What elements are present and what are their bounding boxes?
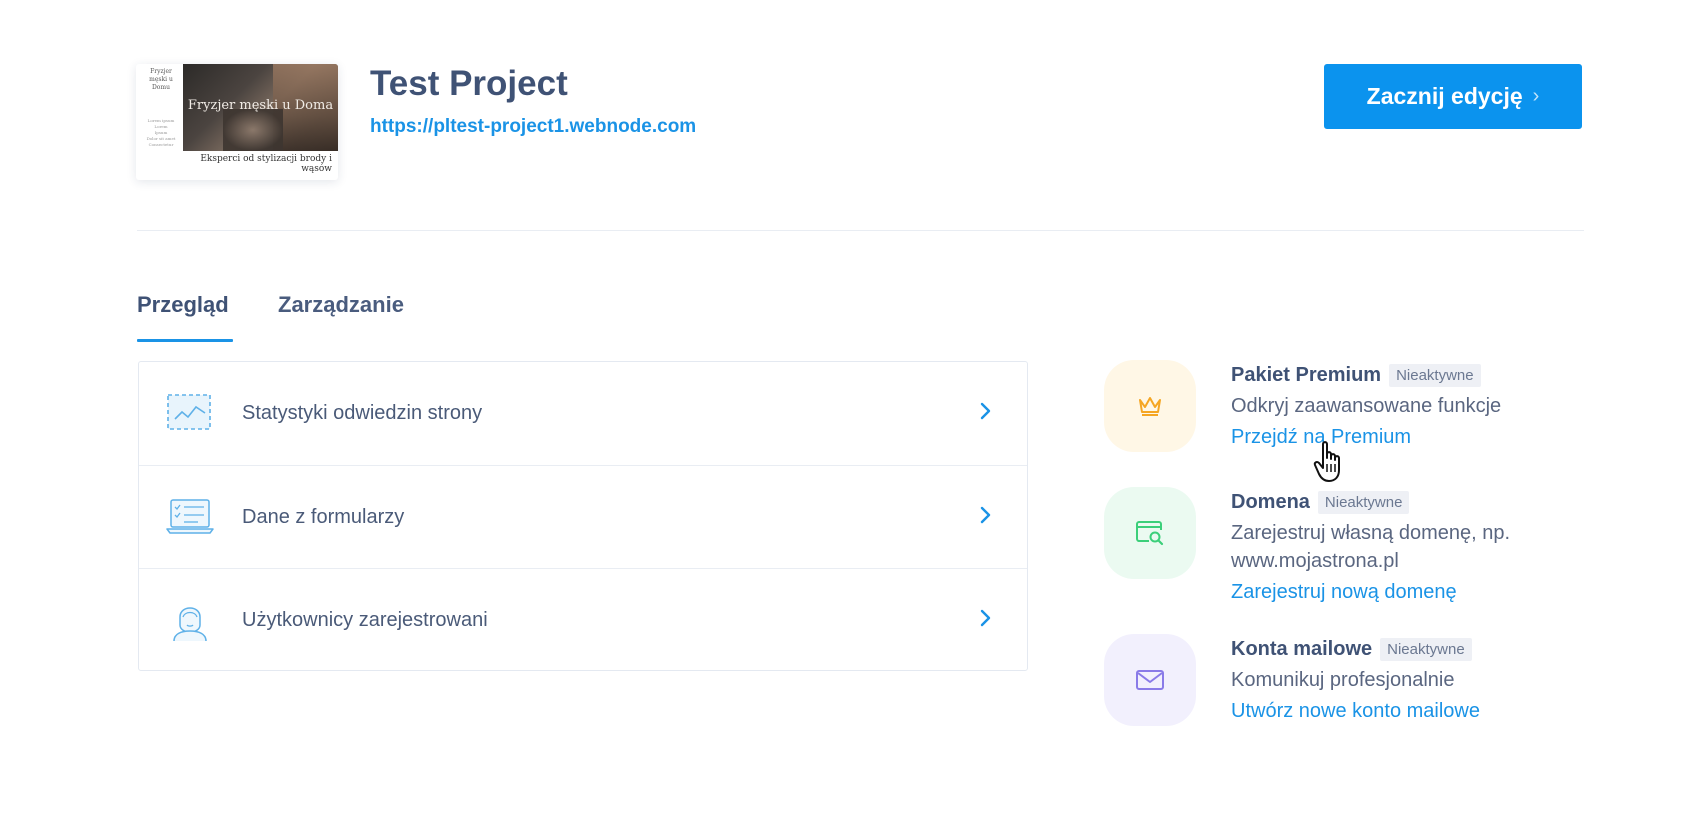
project-thumbnail[interactable]: Fryzjer męski u Domu Lorem ipsum Lorem I… xyxy=(136,64,338,180)
feature-description-line: www.mojastrona.pl xyxy=(1231,550,1399,572)
thumbnail-photo-title: Fryzjer męski u Doma xyxy=(187,98,334,113)
feature-name: Konta mailowe xyxy=(1231,637,1373,660)
status-badge: Nieaktywne xyxy=(1317,490,1410,514)
feature-text: Domena Nieaktywne Zarejestruj własną dom… xyxy=(1231,487,1591,604)
feature-description: Odkryj zaawansowane funkcje xyxy=(1231,395,1502,417)
form-laptop-icon xyxy=(166,499,214,534)
list-item-label: Dane z formularzy xyxy=(242,506,405,528)
feature-header: Pakiet Premium Nieaktywne xyxy=(1231,360,1591,390)
project-title: Test Project xyxy=(370,64,568,103)
chevron-right-icon: › xyxy=(1532,85,1540,107)
site-tools-list: Statystyki odwiedzin strony Dane z formu… xyxy=(138,361,1028,671)
feature-header: Domena Nieaktywne xyxy=(1231,487,1591,517)
thumbnail-caption: Eksperci od stylizacji brody i wąsów xyxy=(200,154,332,174)
feature-description: Komunikuj profesjonalnie xyxy=(1231,669,1455,691)
feature-domain: Domena Nieaktywne Zarejestruj własną dom… xyxy=(1104,487,1584,617)
list-item-label: Użytkownicy zarejestrowani xyxy=(242,609,488,631)
list-item-label: Statystyki odwiedzin strony xyxy=(242,402,483,424)
active-tab-indicator xyxy=(137,339,233,342)
header-divider xyxy=(137,230,1584,231)
start-editing-button[interactable]: Zacznij edycję › xyxy=(1324,64,1582,129)
project-url-link[interactable]: https://pltest-project1.webnode.com xyxy=(370,116,696,138)
crown-icon xyxy=(1139,397,1161,416)
feature-name: Pakiet Premium xyxy=(1231,363,1382,386)
feature-email: Konta mailowe Nieaktywne Komunikuj profe… xyxy=(1104,634,1584,734)
project-header: Fryzjer męski u Domu Lorem ipsum Lorem I… xyxy=(136,64,1582,180)
tab-management[interactable]: Zarządzanie xyxy=(278,292,404,318)
domain-bubble xyxy=(1104,487,1196,579)
feature-description-line: Zarejestruj własną domenę, np. xyxy=(1231,522,1511,544)
start-editing-label: Zacznij edycję xyxy=(1366,83,1523,109)
user-icon xyxy=(173,607,207,641)
chevron-right-icon xyxy=(980,506,991,524)
status-badge: Nieaktywne xyxy=(1380,637,1472,661)
register-domain-link[interactable]: Zarejestruj nową domenę xyxy=(1231,581,1457,604)
create-email-link[interactable]: Utwórz nowe konto mailowe xyxy=(1231,700,1480,723)
feature-name: Domena xyxy=(1231,490,1310,513)
feature-text: Konta mailowe Nieaktywne Komunikuj profe… xyxy=(1231,634,1591,723)
email-bubble xyxy=(1104,634,1196,726)
feature-description: Zarejestruj własną domenę, np. www.mojas… xyxy=(1231,519,1591,575)
thumbnail-side-title: Fryzjer męski u Domu xyxy=(149,68,173,91)
tab-overview[interactable]: Przegląd xyxy=(137,292,229,318)
domain-search-icon xyxy=(1136,521,1164,546)
premium-bubble xyxy=(1104,360,1196,452)
list-item-statistics[interactable]: Statystyki odwiedzin strony xyxy=(139,362,1027,465)
chevron-right-icon xyxy=(980,609,991,627)
list-item-form-data[interactable]: Dane z formularzy xyxy=(139,465,1027,568)
hand-cursor-icon xyxy=(1313,441,1340,482)
mail-icon xyxy=(1136,670,1164,690)
thumbnail-menu-item: Consectetur xyxy=(148,142,174,147)
list-item-registered-users[interactable]: Użytkownicy zarejestrowani xyxy=(139,568,1027,671)
chart-icon xyxy=(167,394,211,430)
thumbnail-sidebar: Fryzjer męski u Domu Lorem ipsum Lorem I… xyxy=(142,68,180,148)
thumbnail-side-menu: Lorem ipsum Lorem Ipsum Dolor sit amet C… xyxy=(142,118,180,148)
feature-text: Pakiet Premium Nieaktywne Odkryj zaawans… xyxy=(1231,360,1591,449)
chevron-right-icon xyxy=(980,402,991,420)
status-badge: Nieaktywne xyxy=(1389,363,1481,387)
feature-header: Konta mailowe Nieaktywne xyxy=(1231,634,1591,664)
